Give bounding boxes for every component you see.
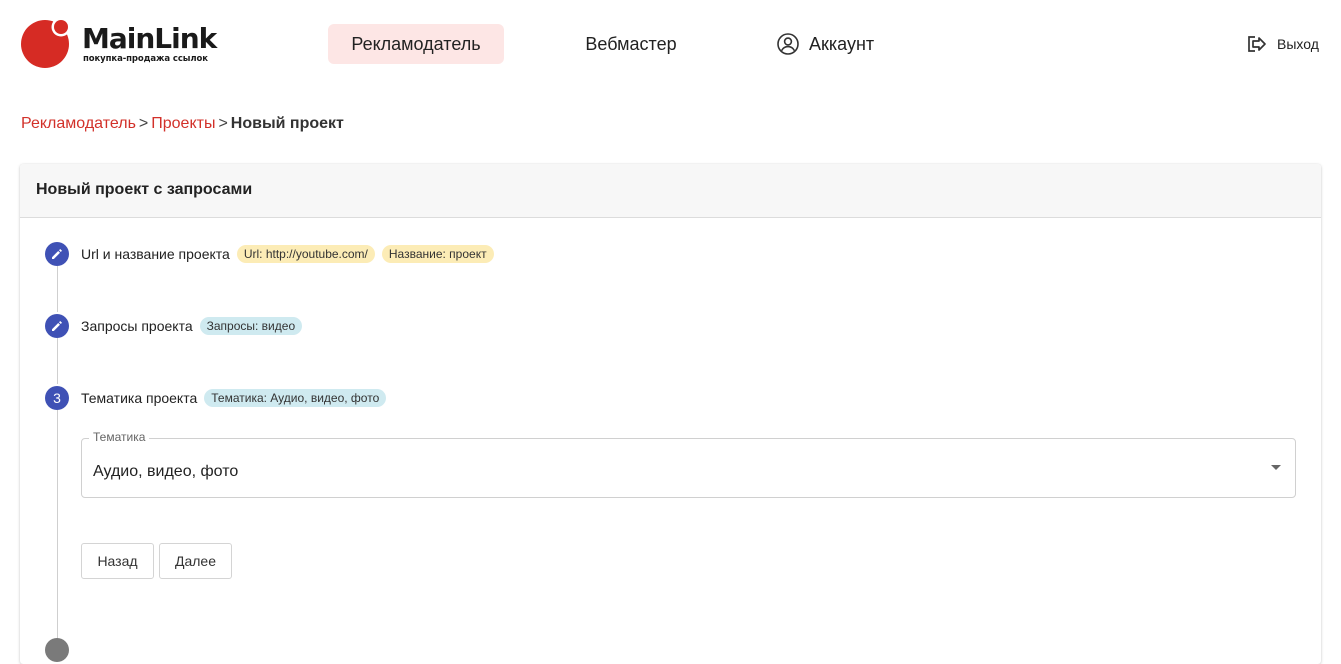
nav-webmaster-label: Вебмастер [585,33,677,54]
nav-account-label: Аккаунт [809,33,875,54]
nav-account[interactable]: Аккаунт [766,24,888,64]
topic-select[interactable]: Тематика Аудио, видео, фото [81,430,1296,498]
breadcrumb-separator: > [218,115,228,132]
next-button[interactable]: Далее [159,543,232,579]
step-connector [57,410,58,640]
card-header: Новый проект с запросами [20,164,1321,218]
step-3-topic-chip: Тематика: Аудио, видео, фото [204,389,387,407]
logout-label: Выход [1277,36,1319,52]
nav-webmaster[interactable]: Вебмастер [566,24,696,64]
logo-mark-icon [21,18,71,68]
step-topic: 3 Тематика проекта Тематика: Аудио, виде… [45,386,387,410]
mainlink-logo[interactable]: MainLink покупка-продажа ссылок [20,18,220,70]
step-1-label: Url и название проекта [81,246,230,262]
account-circle-icon [777,33,799,55]
step-next-partial [45,638,69,662]
step-2-queries-chip: Запросы: видео [199,317,303,335]
topic-select-legend: Тематика [89,430,150,444]
logo-title: MainLink [82,22,217,55]
topic-select-value: Аудио, видео, фото [93,463,239,480]
breadcrumb-advertiser[interactable]: Рекламодатель [21,115,136,132]
step-connector [57,338,58,384]
step-1-url-chip: Url: http://youtube.com/ [236,245,375,263]
step-2-edit-button[interactable] [45,314,69,338]
breadcrumb: Рекламодатель > Проекты > Новый проект [21,115,344,133]
breadcrumb-current: Новый проект [230,115,344,132]
step-2-label: Запросы проекта [81,318,193,334]
breadcrumb-projects[interactable]: Проекты [151,115,215,132]
step-url-and-name: Url и название проекта Url: http://youtu… [45,242,494,266]
pencil-icon [52,321,62,331]
step-1-name-chip: Название: проект [381,245,494,263]
top-header: MainLink покупка-продажа ссылок Рекламод… [0,0,1341,90]
step-3-number: 3 [45,386,69,410]
back-button[interactable]: Назад [81,543,154,579]
step-connector [57,266,58,312]
new-project-card: Новый проект с запросами Url и название … [20,164,1321,664]
logout-icon [1248,36,1266,52]
step-1-edit-button[interactable] [45,242,69,266]
nav-advertiser-label: Рекламодатель [351,33,481,54]
step-queries: Запросы проекта Запросы: видео [45,314,303,338]
card-title: Новый проект с запросами [36,181,253,198]
logo-subtitle: покупка-продажа ссылок [83,54,208,64]
logout-button[interactable]: Выход [1246,32,1319,56]
pencil-icon [52,249,62,259]
step-3-label: Тематика проекта [81,390,198,406]
step-4-circle[interactable] [45,638,69,662]
nav-advertiser[interactable]: Рекламодатель [328,24,504,64]
breadcrumb-separator: > [138,115,149,132]
dropdown-arrow-icon [1271,465,1281,470]
